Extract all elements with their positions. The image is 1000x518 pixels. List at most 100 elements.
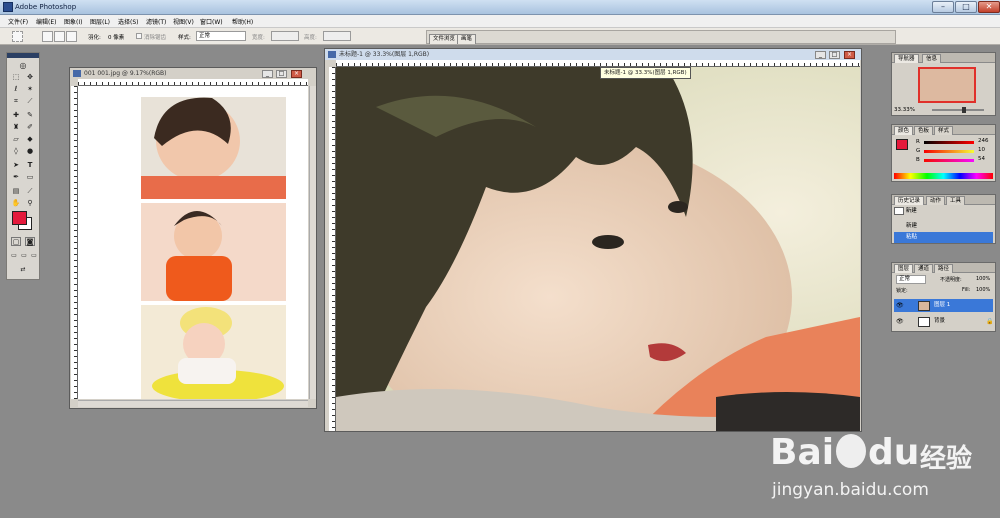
tab-actions[interactable]: 动作 — [926, 196, 946, 205]
tab-styles[interactable]: 样式 — [934, 126, 954, 135]
navigator-zoom[interactable]: 33.33% — [894, 107, 915, 113]
subtract-selection-icon[interactable] — [66, 31, 77, 42]
menu-select[interactable]: 选择(S) — [118, 17, 139, 26]
doc-left-vertical-scrollbar[interactable] — [309, 86, 316, 399]
magic-wand-icon[interactable]: ✶ — [25, 85, 35, 94]
opacity-value[interactable]: 100% — [976, 276, 990, 282]
history-brush-icon[interactable]: ✐ — [25, 123, 35, 132]
r-value[interactable]: 246 — [978, 138, 989, 144]
b-value[interactable]: 54 — [978, 156, 985, 162]
doc-left-maximize-button[interactable]: □ — [276, 70, 287, 78]
tab-layers[interactable]: 图层 — [894, 264, 914, 273]
menu-window[interactable]: 窗口(W) — [200, 17, 223, 26]
menu-edit[interactable]: 编辑(E) — [36, 17, 56, 26]
lasso-tool-icon[interactable]: ℓ — [11, 85, 21, 94]
tab-history[interactable]: 历史记录 — [894, 196, 925, 205]
tab-info[interactable]: 信息 — [922, 54, 942, 63]
antialias-checkbox[interactable] — [136, 33, 142, 39]
baidu-watermark: Bai du 经验 jingyan.baidu.com — [770, 428, 998, 516]
dodge-tool-icon[interactable]: ● — [25, 147, 35, 156]
eye-icon[interactable]: 👁 — [896, 318, 904, 325]
menu-help[interactable]: 帮助(H) — [232, 17, 253, 26]
navigator-thumbnail[interactable] — [918, 67, 976, 103]
slice-tool-icon[interactable]: ⟋ — [25, 97, 35, 106]
tab-tools[interactable]: 工具 — [946, 196, 966, 205]
eye-icon[interactable]: 👁 — [896, 302, 904, 309]
document-window-left[interactable]: 001 001.jpg @ 9.17%(RGB) _ □ × — [69, 67, 317, 409]
tab-channels[interactable]: 通道 — [914, 264, 934, 273]
shape-tool-icon[interactable]: ▭ — [25, 173, 35, 182]
maximize-button[interactable]: □ — [955, 1, 977, 13]
marquee-tool-icon[interactable]: ⬚ — [11, 73, 21, 82]
layer-row[interactable]: 背景 — [894, 315, 993, 328]
tab-swatches[interactable]: 色板 — [914, 126, 934, 135]
history-item[interactable]: 新建 — [894, 221, 993, 232]
new-selection-icon[interactable] — [42, 31, 53, 42]
stamp-tool-icon[interactable]: ♜ — [11, 123, 21, 132]
screen-mode-3-icon[interactable]: ▭ — [29, 251, 39, 260]
jump-to-imageready-icon[interactable]: ⇄ — [11, 265, 35, 274]
doc-main-minimize-button[interactable]: _ — [815, 51, 826, 59]
standard-mode-icon[interactable]: ▢ — [11, 237, 21, 246]
tab-color[interactable]: 颜色 — [894, 126, 914, 135]
color-fg-swatch[interactable] — [896, 139, 908, 150]
eraser-tool-icon[interactable]: ▱ — [11, 135, 21, 144]
move-tool-icon[interactable]: ✥ — [25, 73, 35, 82]
r-slider[interactable] — [924, 141, 974, 144]
document-window-main[interactable]: 未标题-1 @ 33.3%(图层 1,RGB) _ □ × 未标题-1 @ 33… — [324, 48, 862, 432]
doc-left-close-button[interactable]: × — [291, 70, 302, 78]
width-field[interactable] — [271, 31, 299, 41]
blur-tool-icon[interactable]: ◊ — [11, 147, 21, 156]
g-value[interactable]: 10 — [978, 147, 985, 153]
doc-main-close-button[interactable]: × — [844, 51, 855, 59]
fill-value[interactable]: 100% — [976, 287, 990, 293]
screen-mode-2-icon[interactable]: ▭ — [19, 251, 29, 260]
menu-layer[interactable]: 图层(L) — [90, 17, 110, 26]
hand-tool-icon[interactable]: ✋ — [11, 199, 21, 208]
type-tool-icon[interactable]: T — [25, 161, 35, 170]
menu-file[interactable]: 文件(F) — [8, 17, 28, 26]
tab-paths[interactable]: 路径 — [934, 264, 954, 273]
layer-row-selected[interactable]: 图层 1 — [894, 299, 993, 312]
b-slider[interactable] — [924, 159, 974, 162]
doc-left-minimize-button[interactable]: _ — [262, 70, 273, 78]
doc-left-canvas[interactable] — [78, 86, 308, 399]
tab-navigator[interactable]: 导航器 — [894, 54, 919, 63]
menu-view[interactable]: 视图(V) — [173, 17, 194, 26]
well-brushes[interactable]: 画笔 — [457, 34, 477, 44]
blend-mode-select[interactable]: 正常 — [896, 275, 926, 284]
paint-bucket-icon[interactable]: ◆ — [25, 135, 35, 144]
doc-main-titlebar[interactable]: 未标题-1 @ 33.3%(图层 1,RGB) — [325, 49, 861, 60]
navigator-zoom-thumb[interactable] — [962, 107, 966, 113]
marquee-preset-icon[interactable] — [12, 31, 23, 42]
minimize-button[interactable]: – — [932, 1, 954, 13]
add-selection-icon[interactable] — [54, 31, 65, 42]
brush-tool-icon[interactable]: ✎ — [25, 111, 35, 120]
foreground-color-swatch-top[interactable] — [12, 211, 27, 225]
well-file-browser[interactable]: 文件浏览 — [429, 34, 460, 44]
crop-tool-icon[interactable]: ⌗ — [11, 97, 21, 106]
path-select-icon[interactable]: ➤ — [11, 161, 21, 170]
g-slider[interactable] — [924, 150, 974, 153]
history-item-selected[interactable]: 粘贴 — [894, 232, 993, 243]
doc-main-canvas[interactable]: 未标题-1 @ 33.3%(图层 1,RGB) — [336, 67, 860, 431]
height-field[interactable] — [323, 31, 351, 41]
doc-left-horizontal-scrollbar[interactable] — [78, 400, 308, 407]
close-button[interactable]: ✕ — [978, 1, 1000, 13]
screen-mode-1-icon[interactable]: ▭ — [9, 251, 19, 260]
notes-tool-icon[interactable]: ▤ — [11, 187, 21, 196]
style-select[interactable]: 正常 — [196, 31, 246, 41]
feather-value[interactable]: 0 像素 — [108, 33, 124, 41]
history-snapshot[interactable]: 新建 — [894, 206, 993, 217]
menu-image[interactable]: 图象(I) — [64, 17, 82, 26]
healing-brush-icon[interactable]: ✚ — [11, 111, 21, 120]
pen-tool-icon[interactable]: ✒ — [11, 173, 21, 182]
navigator-zoom-slider[interactable] — [932, 109, 984, 111]
doc-main-maximize-button[interactable]: □ — [829, 51, 840, 59]
color-ramp[interactable] — [894, 173, 993, 179]
zoom-tool-icon[interactable]: ⚲ — [25, 199, 35, 208]
menu-filter[interactable]: 滤镜(T) — [146, 17, 166, 26]
eyedropper-icon[interactable]: ⟋ — [25, 187, 35, 196]
quickmask-mode-icon[interactable]: ◙ — [25, 237, 35, 246]
toolbox-grip[interactable] — [7, 53, 39, 58]
